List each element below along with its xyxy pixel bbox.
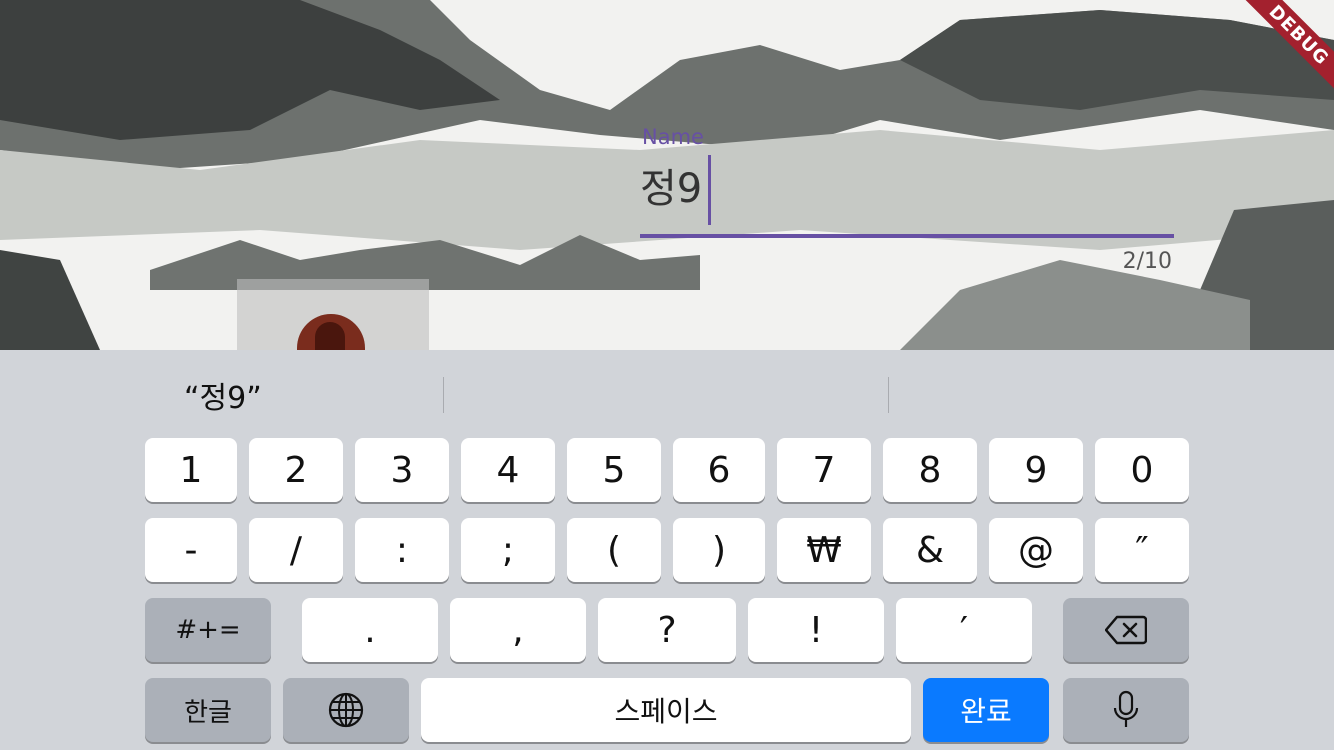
key-at[interactable]: @ [989, 518, 1083, 582]
key-7[interactable]: 7 [777, 438, 871, 502]
backspace-icon [1105, 615, 1147, 645]
key-question[interactable]: ? [598, 598, 736, 662]
key-2[interactable]: 2 [249, 438, 343, 502]
key-3[interactable]: 3 [355, 438, 449, 502]
name-field-underline [640, 234, 1174, 238]
key-hyphen[interactable]: - [145, 518, 237, 582]
text-caret [708, 155, 711, 225]
name-field-label: Name [642, 125, 704, 149]
name-field[interactable]: Name 정9 2/10 [640, 125, 1174, 275]
suggestion-divider [888, 377, 889, 413]
globe-icon [328, 692, 364, 728]
hangul-key[interactable]: 한글 [145, 678, 271, 742]
key-comma[interactable]: , [450, 598, 586, 662]
key-8[interactable]: 8 [883, 438, 977, 502]
key-exclamation[interactable]: ! [748, 598, 884, 662]
on-screen-keyboard: “정9” 1 2 3 4 5 6 7 8 9 0 - / : ; ( ) ₩ &… [0, 350, 1334, 750]
key-apostrophe[interactable]: ′ [896, 598, 1032, 662]
name-field-value[interactable]: 정9 [640, 163, 702, 215]
key-4[interactable]: 4 [461, 438, 555, 502]
suggestion-item[interactable]: “정9” [184, 350, 262, 440]
debug-banner: DEBUG [1214, 0, 1334, 120]
key-5[interactable]: 5 [567, 438, 661, 502]
key-9[interactable]: 9 [989, 438, 1083, 502]
globe-key[interactable] [283, 678, 409, 742]
suggestion-divider [443, 377, 444, 413]
character-counter: 2/10 [1122, 249, 1172, 274]
symbols-toggle-key[interactable]: #+= [145, 598, 271, 662]
key-period[interactable]: . [302, 598, 438, 662]
dictation-key[interactable] [1063, 678, 1189, 742]
key-won[interactable]: ₩ [777, 518, 871, 582]
key-colon[interactable]: : [355, 518, 449, 582]
key-6[interactable]: 6 [673, 438, 765, 502]
space-key[interactable]: 스페이스 [421, 678, 911, 742]
microphone-icon [1113, 690, 1139, 727]
debug-banner-label: DEBUG [1236, 0, 1334, 98]
key-1[interactable]: 1 [145, 438, 237, 502]
done-key[interactable]: 완료 [923, 678, 1049, 742]
key-slash[interactable]: / [249, 518, 343, 582]
key-semicolon[interactable]: ; [461, 518, 555, 582]
key-double-quote[interactable]: ″ [1095, 518, 1189, 582]
key-0[interactable]: 0 [1095, 438, 1189, 502]
key-close-paren[interactable]: ) [673, 518, 765, 582]
key-open-paren[interactable]: ( [567, 518, 661, 582]
key-ampersand[interactable]: & [883, 518, 977, 582]
backspace-key[interactable] [1063, 598, 1189, 662]
